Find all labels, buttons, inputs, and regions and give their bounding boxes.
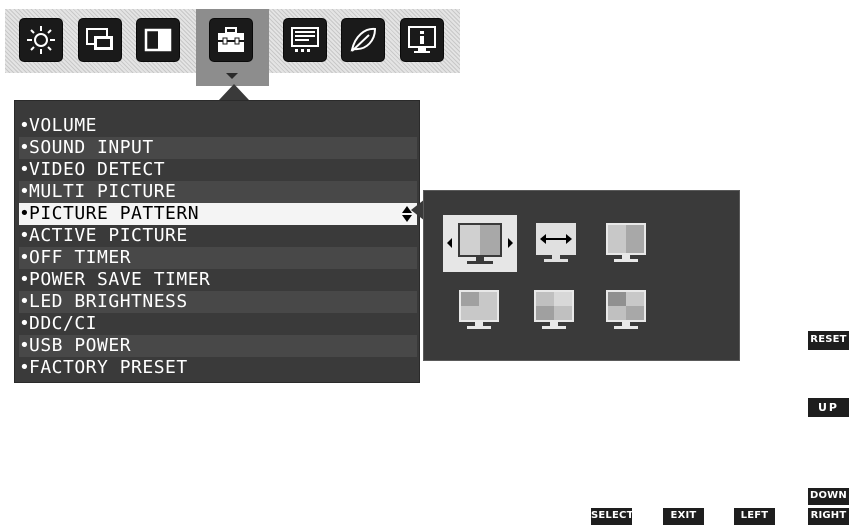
menu-item-factory-preset[interactable]: •FACTORY PRESET	[19, 357, 417, 379]
bullet: •	[19, 181, 31, 202]
color-contrast-icon[interactable]	[137, 19, 179, 61]
menu-caret	[219, 84, 249, 100]
information-icon[interactable]	[401, 19, 443, 61]
bullet: •	[19, 159, 31, 180]
menu-item-video-detect[interactable]: •VIDEO DETECT	[19, 159, 417, 181]
pattern-vertical-split-icon[interactable]	[604, 221, 648, 265]
picture-pattern-submenu	[423, 190, 740, 361]
menu-item-active-picture[interactable]: •ACTIVE PICTURE	[19, 225, 417, 247]
bullet: •	[19, 115, 31, 136]
exit-button[interactable]: EXIT	[663, 508, 704, 525]
osd-settings-icon[interactable]	[284, 19, 326, 61]
pattern-left-right-split-icon[interactable]	[443, 215, 517, 272]
menu-item-ddc-ci[interactable]: •DDC/CI	[19, 313, 417, 335]
menu-item-label: LED BRIGHTNESS	[29, 291, 188, 312]
menu-item-label: VOLUME	[29, 115, 98, 136]
menu-item-label: DDC/CI	[29, 313, 98, 334]
bullet: •	[19, 247, 31, 268]
menu-item-label: ACTIVE PICTURE	[29, 225, 188, 246]
menu-item-label: PICTURE PATTERN	[29, 203, 200, 224]
right-button[interactable]: RIGHT	[808, 508, 849, 525]
toolbox-icon[interactable]	[210, 19, 252, 61]
bullet: •	[19, 269, 31, 290]
screen-position-icon[interactable]	[79, 19, 121, 61]
menu-item-label: MULTI PICTURE	[29, 181, 177, 202]
menu-item-usb-power[interactable]: •USB POWER	[19, 335, 417, 357]
menu-item-volume[interactable]: •VOLUME	[19, 115, 417, 137]
menu-item-label: OFF TIMER	[29, 247, 132, 268]
bullet: •	[19, 225, 31, 246]
menu-item-label: SOUND INPUT	[29, 137, 154, 158]
tools-menu: •VOLUME •SOUND INPUT •VIDEO DETECT •MULT…	[14, 100, 420, 383]
brightness-sun-icon[interactable]	[20, 19, 62, 61]
pattern-swap-arrows-icon[interactable]	[534, 221, 578, 265]
bullet: •	[19, 203, 31, 224]
menu-item-multi-picture[interactable]: •MULTI PICTURE	[19, 181, 417, 203]
pattern-pip-bottom-left-icon[interactable]	[532, 288, 576, 332]
menu-item-picture-pattern[interactable]: •PICTURE PATTERN	[19, 203, 417, 225]
bullet: •	[19, 357, 31, 378]
menu-item-led-brightness[interactable]: •LED BRIGHTNESS	[19, 291, 417, 313]
up-button[interactable]: UP	[808, 398, 849, 417]
down-button[interactable]: DOWN	[808, 488, 849, 505]
menu-item-sound-input[interactable]: •SOUND INPUT	[19, 137, 417, 159]
menu-item-off-timer[interactable]: •OFF TIMER	[19, 247, 417, 269]
eco-leaf-icon[interactable]	[342, 19, 384, 61]
pattern-quad-icon[interactable]	[604, 288, 648, 332]
menu-item-power-save-timer[interactable]: •POWER SAVE TIMER	[19, 269, 417, 291]
pattern-pip-top-left-icon[interactable]	[457, 288, 501, 332]
bullet: •	[19, 313, 31, 334]
menu-item-label: FACTORY PRESET	[29, 357, 188, 378]
left-button[interactable]: LEFT	[734, 508, 775, 525]
bullet: •	[19, 137, 31, 158]
bullet: •	[19, 335, 31, 356]
select-button[interactable]: SELECT	[591, 508, 633, 525]
active-tab-pointer	[226, 73, 238, 79]
menu-item-label: VIDEO DETECT	[29, 159, 166, 180]
menu-item-label: USB POWER	[29, 335, 132, 356]
bullet: •	[19, 291, 31, 312]
menu-item-label: POWER SAVE TIMER	[29, 269, 211, 290]
reset-button[interactable]: RESET	[808, 331, 849, 350]
